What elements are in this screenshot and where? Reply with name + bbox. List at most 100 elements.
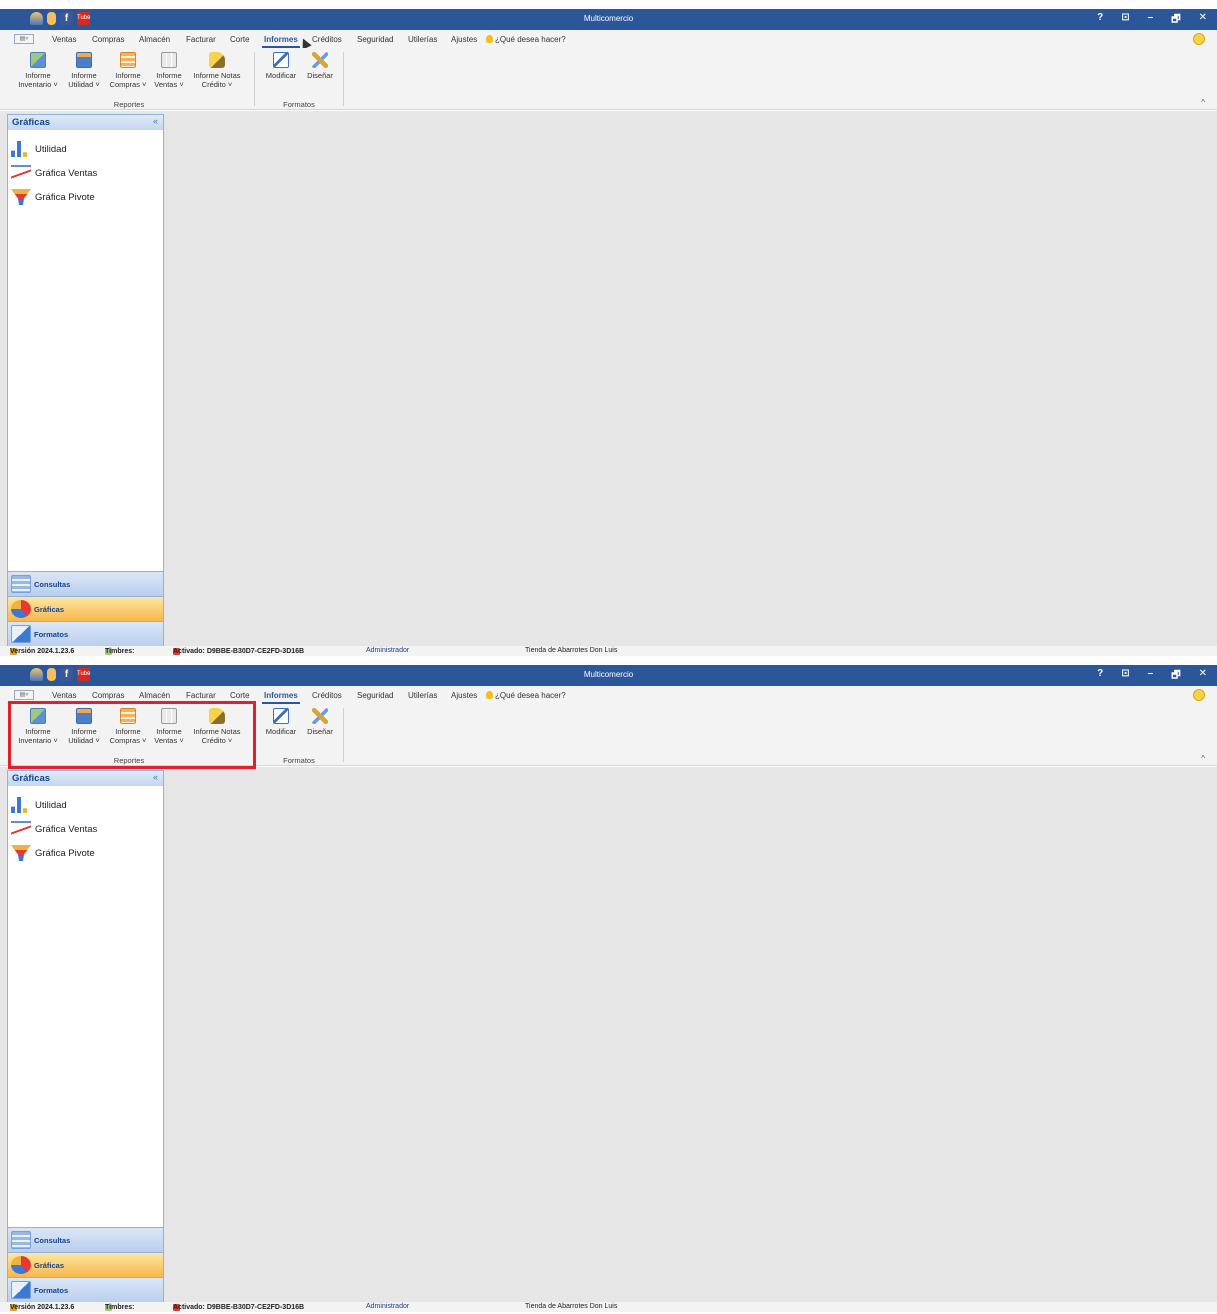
nav-pane-consultas[interactable]: Consultas [8, 1227, 163, 1252]
tab-corte[interactable]: Corte [230, 35, 250, 44]
tell-me-label: ¿Qué desea hacer? [495, 35, 566, 44]
sidebar-title: Gráficas [12, 773, 51, 784]
tab-ajustes[interactable]: Ajustes [451, 691, 477, 700]
line-chart-icon [11, 821, 31, 837]
tab-seguridad[interactable]: Seguridad [357, 691, 393, 700]
sidebar-item-grafica-pivote[interactable]: Gráfica Pivote [8, 185, 163, 209]
nav-pane-graficas[interactable]: Gráficas [8, 596, 163, 621]
tab-seguridad[interactable]: Seguridad [357, 35, 393, 44]
sidebar-item-grafica-ventas[interactable]: Gráfica Ventas [8, 161, 163, 185]
tell-me-label: ¿Qué desea hacer? [495, 691, 566, 700]
sidebar-item-label: Utilidad [35, 799, 67, 811]
minimize-button[interactable]: – [1148, 668, 1154, 685]
nav-pane-formatos[interactable]: Formatos [8, 621, 163, 646]
close-button[interactable]: ✕ [1199, 668, 1207, 685]
sidebar-item-grafica-pivote[interactable]: Gráfica Pivote [8, 841, 163, 865]
sidebar-item-utilidad[interactable]: Utilidad [8, 793, 163, 817]
tips-bulb-icon[interactable] [1193, 33, 1205, 45]
tell-me-box[interactable]: ¿Qué desea hacer? [486, 35, 566, 44]
group-label-formatos: Formatos [283, 756, 315, 765]
informe-inventario-button[interactable]: Informe Inventario ˅ [17, 52, 59, 89]
status-bar: Versión 2024.1.23.6 Timbres: Activado: D… [0, 1302, 1217, 1312]
tips-bulb-icon[interactable] [1193, 689, 1205, 701]
tab-compras[interactable]: Compras [92, 691, 124, 700]
title-bar: f Tube Multicomercio ? ⊡ – 🗗 ✕ [0, 665, 1217, 686]
tab-ventas[interactable]: Ventas [52, 691, 76, 700]
tab-corte[interactable]: Corte [230, 691, 250, 700]
ribbon-display-button[interactable]: ⊡ [1121, 12, 1129, 29]
group-separator [254, 52, 255, 106]
sidebar-item-label: Gráfica Ventas [35, 167, 98, 179]
store-name: Tienda de Abarrotes Don Luis [525, 647, 618, 654]
store-name: Tienda de Abarrotes Don Luis [525, 1303, 618, 1310]
informe-ventas-button[interactable]: Informe Ventas ˅ [152, 52, 186, 89]
group-separator [343, 52, 344, 106]
inventory-report-icon [30, 52, 46, 68]
sidebar-title: Gráficas [12, 117, 51, 128]
sidebar-item-grafica-ventas[interactable]: Gráfica Ventas [8, 817, 163, 841]
app-window-bottom: f Tube Multicomercio ? ⊡ – 🗗 ✕ ▤▿ Ventas… [0, 656, 1217, 1312]
group-label-formatos: Formatos [283, 100, 315, 109]
tab-compras[interactable]: Compras [92, 35, 124, 44]
sidebar-item-utilidad[interactable]: Utilidad [8, 137, 163, 161]
tab-almacen[interactable]: Almacén [139, 35, 170, 44]
sidebar-header: Gráficas « [8, 115, 163, 130]
lightbulb-icon [486, 35, 493, 43]
navigation-sidebar: Gráficas « Utilidad Gráfica Ventas Gráfi… [7, 114, 164, 647]
line-chart-icon [11, 165, 31, 181]
queries-icon [11, 1231, 31, 1249]
tell-me-box[interactable]: ¿Qué desea hacer? [486, 691, 566, 700]
tab-ajustes[interactable]: Ajustes [451, 35, 477, 44]
informe-utilidad-button[interactable]: Informe Utilidad ˅ [65, 52, 103, 89]
pie-chart-icon [11, 1256, 31, 1274]
collapse-ribbon-button[interactable]: ^ [1201, 98, 1205, 107]
app-window-top: f Tube Multicomercio ? ⊡ – 🗗 ✕ ▤▿ Ventas… [0, 0, 1217, 656]
modificar-button[interactable]: Modificar [262, 708, 300, 736]
tab-informes[interactable]: Informes [262, 691, 300, 704]
disenar-button[interactable]: Diseñar [304, 708, 336, 736]
informe-compras-button[interactable]: Informe Compras ˅ [108, 52, 148, 89]
tab-facturar[interactable]: Facturar [186, 691, 216, 700]
bar-chart-icon [11, 141, 27, 157]
maximize-button[interactable]: 🗗 [1171, 668, 1180, 685]
help-button[interactable]: ? [1097, 12, 1103, 29]
tab-informes[interactable]: Informes [262, 35, 300, 48]
ribbon-display-button[interactable]: ⊡ [1121, 668, 1129, 685]
user-status: Administrador [366, 647, 410, 654]
nav-pane-graficas[interactable]: Gráficas [8, 1252, 163, 1277]
app-menu-button[interactable]: ▤▿ [14, 34, 34, 44]
purchases-report-icon [120, 52, 136, 68]
collapse-sidebar-icon[interactable]: « [153, 772, 158, 782]
main-workspace [0, 111, 1217, 646]
ribbon-panel: Informe Inventario ˅ Informe Utilidad ˅ … [0, 48, 1217, 110]
disenar-button[interactable]: Diseñar [304, 52, 336, 80]
tab-ventas[interactable]: Ventas [52, 35, 76, 44]
queries-icon [11, 575, 31, 593]
design-icon [312, 708, 328, 724]
sidebar-nav-panes: Consultas Gráficas Formatos [8, 1227, 163, 1302]
tab-utilerias[interactable]: Utilerías [408, 691, 437, 700]
minimize-button[interactable]: – [1148, 12, 1154, 29]
tab-creditos[interactable]: Créditos [312, 691, 342, 700]
tab-facturar[interactable]: Facturar [186, 35, 216, 44]
window-controls: ? ⊡ – 🗗 ✕ [1097, 668, 1207, 685]
edit-icon [273, 708, 289, 724]
status-bar: Versión 2024.1.23.6 Timbres: Activado: D… [0, 646, 1217, 656]
collapse-sidebar-icon[interactable]: « [153, 116, 158, 126]
app-menu-button[interactable]: ▤▿ [14, 690, 34, 700]
tab-creditos[interactable]: Créditos [312, 35, 342, 44]
nav-pane-consultas[interactable]: Consultas [8, 571, 163, 596]
group-separator [343, 708, 344, 762]
collapse-ribbon-button[interactable]: ^ [1201, 754, 1205, 763]
sidebar-item-label: Gráfica Pivote [35, 191, 95, 203]
tab-utilerias[interactable]: Utilerías [408, 35, 437, 44]
help-button[interactable]: ? [1097, 668, 1103, 685]
sidebar-item-label: Gráfica Pivote [35, 847, 95, 859]
tab-almacen[interactable]: Almacén [139, 691, 170, 700]
informe-notas-credito-button[interactable]: Informe Notas Crédito ˅ [190, 52, 244, 89]
bar-chart-icon [11, 797, 27, 813]
maximize-button[interactable]: 🗗 [1171, 12, 1180, 29]
nav-pane-formatos[interactable]: Formatos [8, 1277, 163, 1302]
close-button[interactable]: ✕ [1199, 12, 1207, 29]
modificar-button[interactable]: Modificar [262, 52, 300, 80]
